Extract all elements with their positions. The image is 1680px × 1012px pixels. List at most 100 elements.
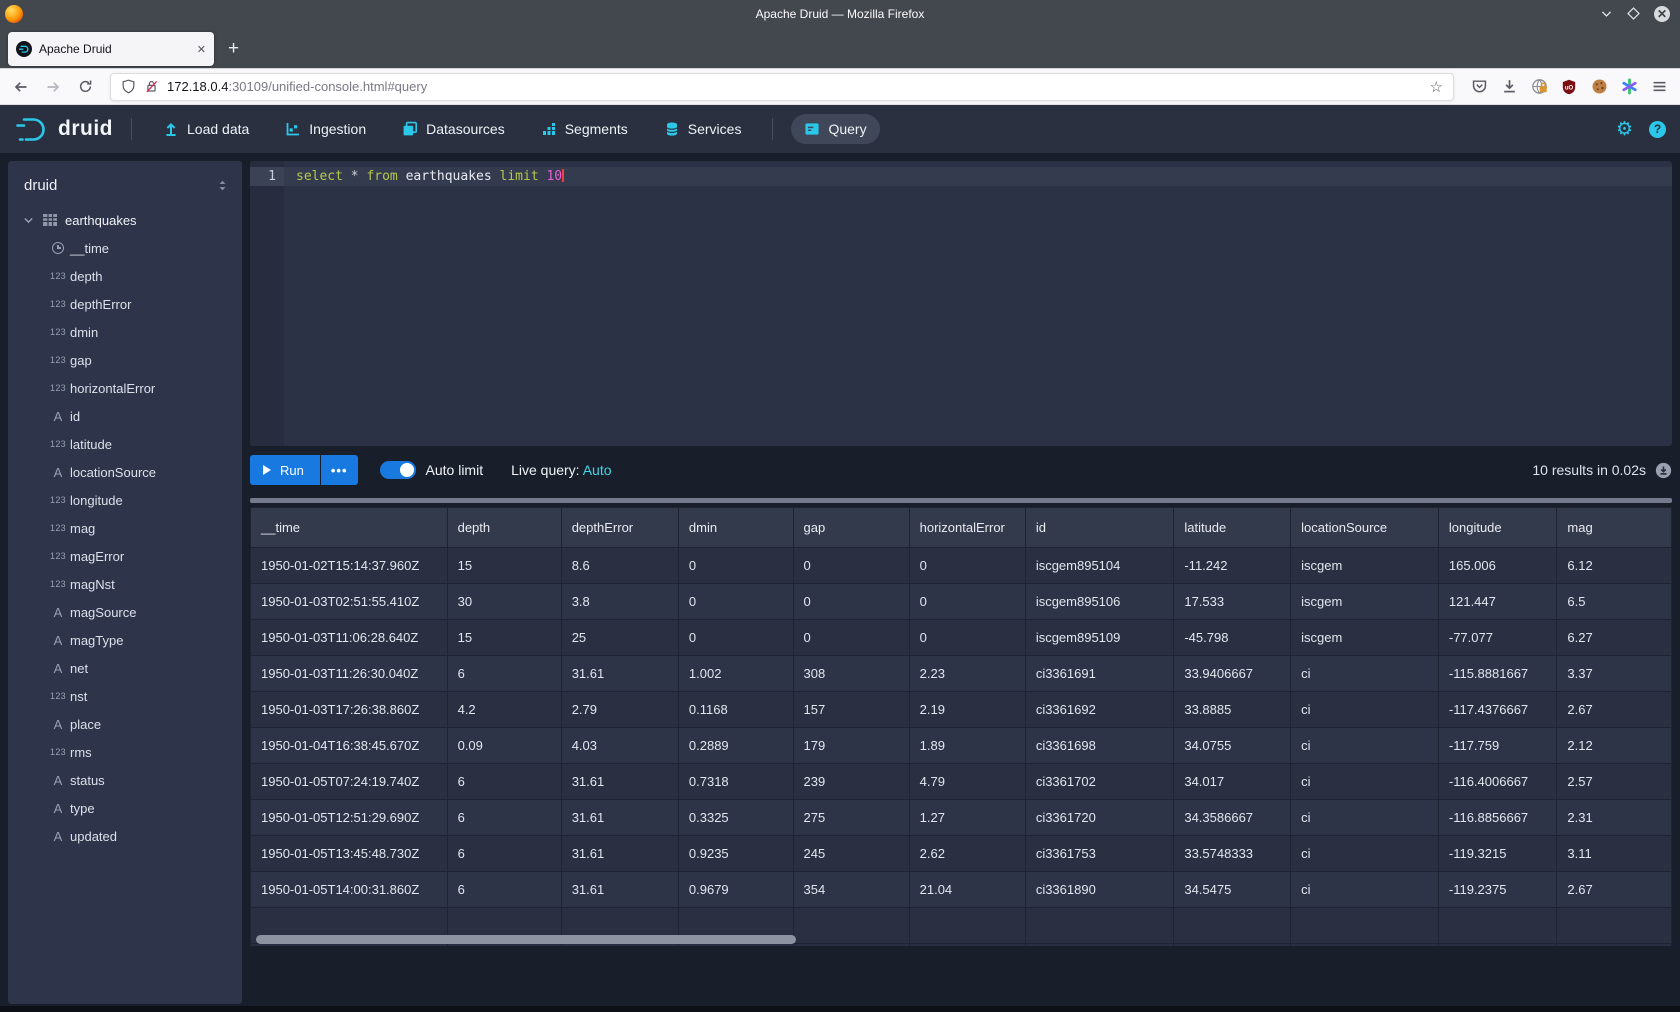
column-dmin[interactable]: 123dmin	[8, 318, 242, 346]
cell[interactable]: 31.61	[561, 800, 678, 836]
tracking-protection-shield-icon[interactable]	[121, 79, 136, 94]
cell[interactable]: 31.61	[561, 836, 678, 872]
cell[interactable]: 1950-01-05T13:45:48.730Z	[251, 836, 448, 872]
nav-item-load-data[interactable]: Load data	[150, 114, 262, 144]
auto-limit-toggle[interactable]	[380, 461, 416, 479]
cell[interactable]: 4.03	[561, 728, 678, 764]
cell[interactable]: 6	[447, 800, 561, 836]
cell[interactable]: 0	[793, 620, 909, 656]
cell[interactable]: 165.006	[1438, 548, 1557, 584]
cell[interactable]: 21.04	[909, 872, 1025, 908]
cell[interactable]: 1950-01-03T17:26:38.860Z	[251, 692, 448, 728]
cell[interactable]: 179	[793, 728, 909, 764]
column-header-depthError[interactable]: depthError	[561, 508, 678, 548]
cookie-icon[interactable]	[1586, 74, 1612, 100]
cell[interactable]: -117.759	[1438, 728, 1557, 764]
download-circle-icon[interactable]	[1655, 462, 1672, 479]
cell[interactable]: 1950-01-05T12:51:29.690Z	[251, 800, 448, 836]
cell[interactable]: 0.1168	[678, 692, 793, 728]
cell[interactable]: 1.27	[909, 800, 1025, 836]
cell[interactable]: ci3361698	[1025, 728, 1174, 764]
cell[interactable]: 1.89	[909, 728, 1025, 764]
cell[interactable]: ci3361702	[1025, 764, 1174, 800]
cell[interactable]: 31.61	[561, 656, 678, 692]
cell[interactable]: 2.23	[909, 656, 1025, 692]
cell[interactable]: 31.61	[561, 872, 678, 908]
nav-item-segments[interactable]: Segments	[528, 114, 641, 144]
cell[interactable]: -119.3215	[1438, 836, 1557, 872]
cell[interactable]: 4.2	[447, 692, 561, 728]
column-updated[interactable]: Aupdated	[8, 822, 242, 850]
cell[interactable]: 0.7318	[678, 764, 793, 800]
insecure-lock-icon[interactable]	[144, 79, 159, 94]
column-magSource[interactable]: AmagSource	[8, 598, 242, 626]
horizontal-scrollbar[interactable]	[252, 934, 796, 944]
column-locationSource[interactable]: AlocationSource	[8, 458, 242, 486]
new-tab-button[interactable]: +	[228, 38, 239, 60]
column-net[interactable]: Anet	[8, 654, 242, 682]
cell[interactable]: -45.798	[1174, 620, 1291, 656]
cell[interactable]: 1950-01-03T11:26:30.040Z	[251, 656, 448, 692]
nav-item-datasources[interactable]: Datasources	[389, 114, 518, 144]
column-gap[interactable]: 123gap	[8, 346, 242, 374]
cell[interactable]: 30	[447, 584, 561, 620]
cell[interactable]: -119.2375	[1438, 872, 1557, 908]
cell[interactable]: -116.4006667	[1438, 764, 1557, 800]
cell[interactable]: 1950-01-04T16:38:45.670Z	[251, 728, 448, 764]
cell[interactable]: 6	[447, 656, 561, 692]
gear-icon[interactable]: ⚙	[1616, 120, 1633, 139]
editor-code-area[interactable]: select * from earthquakes limit 10	[284, 161, 1672, 446]
column-latitude[interactable]: 123latitude	[8, 430, 242, 458]
cell[interactable]: 6.5	[1557, 584, 1672, 620]
cell[interactable]: 2.79	[561, 692, 678, 728]
cell[interactable]: 0	[909, 584, 1025, 620]
close-icon[interactable]: ✕	[1654, 6, 1670, 22]
cell[interactable]: 2.12	[1557, 728, 1672, 764]
menu-icon[interactable]	[1646, 74, 1672, 100]
cell[interactable]: iscgem	[1291, 584, 1439, 620]
cell[interactable]: 121.447	[1438, 584, 1557, 620]
star-icon[interactable]: ☆	[1430, 78, 1443, 96]
column-rms[interactable]: 123rms	[8, 738, 242, 766]
column-id[interactable]: Aid	[8, 402, 242, 430]
column-depthError[interactable]: 123depthError	[8, 290, 242, 318]
run-more-button[interactable]: •••	[321, 455, 358, 485]
column-magNst[interactable]: 123magNst	[8, 570, 242, 598]
cell[interactable]: 0.3325	[678, 800, 793, 836]
query-editor[interactable]: 1 select * from earthquakes limit 10	[250, 161, 1672, 446]
cell[interactable]: iscgem895109	[1025, 620, 1174, 656]
cell[interactable]: 2.67	[1557, 872, 1672, 908]
cell[interactable]: 34.017	[1174, 764, 1291, 800]
cell[interactable]: 245	[793, 836, 909, 872]
cell[interactable]: 33.8885	[1174, 692, 1291, 728]
cell[interactable]: ci3361720	[1025, 800, 1174, 836]
cell[interactable]: iscgem	[1291, 620, 1439, 656]
cell[interactable]: 6	[447, 764, 561, 800]
cell[interactable]: 0	[678, 548, 793, 584]
column-type[interactable]: Atype	[8, 794, 242, 822]
run-button[interactable]: Run	[250, 455, 320, 485]
cell[interactable]: 308	[793, 656, 909, 692]
nav-item-services[interactable]: Services	[651, 114, 755, 144]
live-query-value[interactable]: Auto	[583, 462, 612, 478]
cell[interactable]: 1950-01-03T11:06:28.640Z	[251, 620, 448, 656]
cell[interactable]: 15	[447, 548, 561, 584]
column-header-id[interactable]: id	[1025, 508, 1174, 548]
cell[interactable]: ci3361692	[1025, 692, 1174, 728]
cell[interactable]: 6.12	[1557, 548, 1672, 584]
column-header-latitude[interactable]: latitude	[1174, 508, 1291, 548]
column-place[interactable]: Aplace	[8, 710, 242, 738]
maximize-icon[interactable]	[1627, 7, 1640, 20]
druid-brand[interactable]: druid	[14, 116, 113, 143]
cell[interactable]: 275	[793, 800, 909, 836]
cell[interactable]: 6.27	[1557, 620, 1672, 656]
cell[interactable]: 0	[678, 620, 793, 656]
cell[interactable]: 2.19	[909, 692, 1025, 728]
nav-item-query[interactable]: Query	[791, 114, 879, 144]
cell[interactable]: 0	[793, 548, 909, 584]
cell[interactable]: -115.8881667	[1438, 656, 1557, 692]
cell[interactable]: 1950-01-05T14:00:31.860Z	[251, 872, 448, 908]
cell[interactable]: -77.077	[1438, 620, 1557, 656]
pocket-icon[interactable]	[1466, 74, 1492, 100]
cell[interactable]: 2.31	[1557, 800, 1672, 836]
